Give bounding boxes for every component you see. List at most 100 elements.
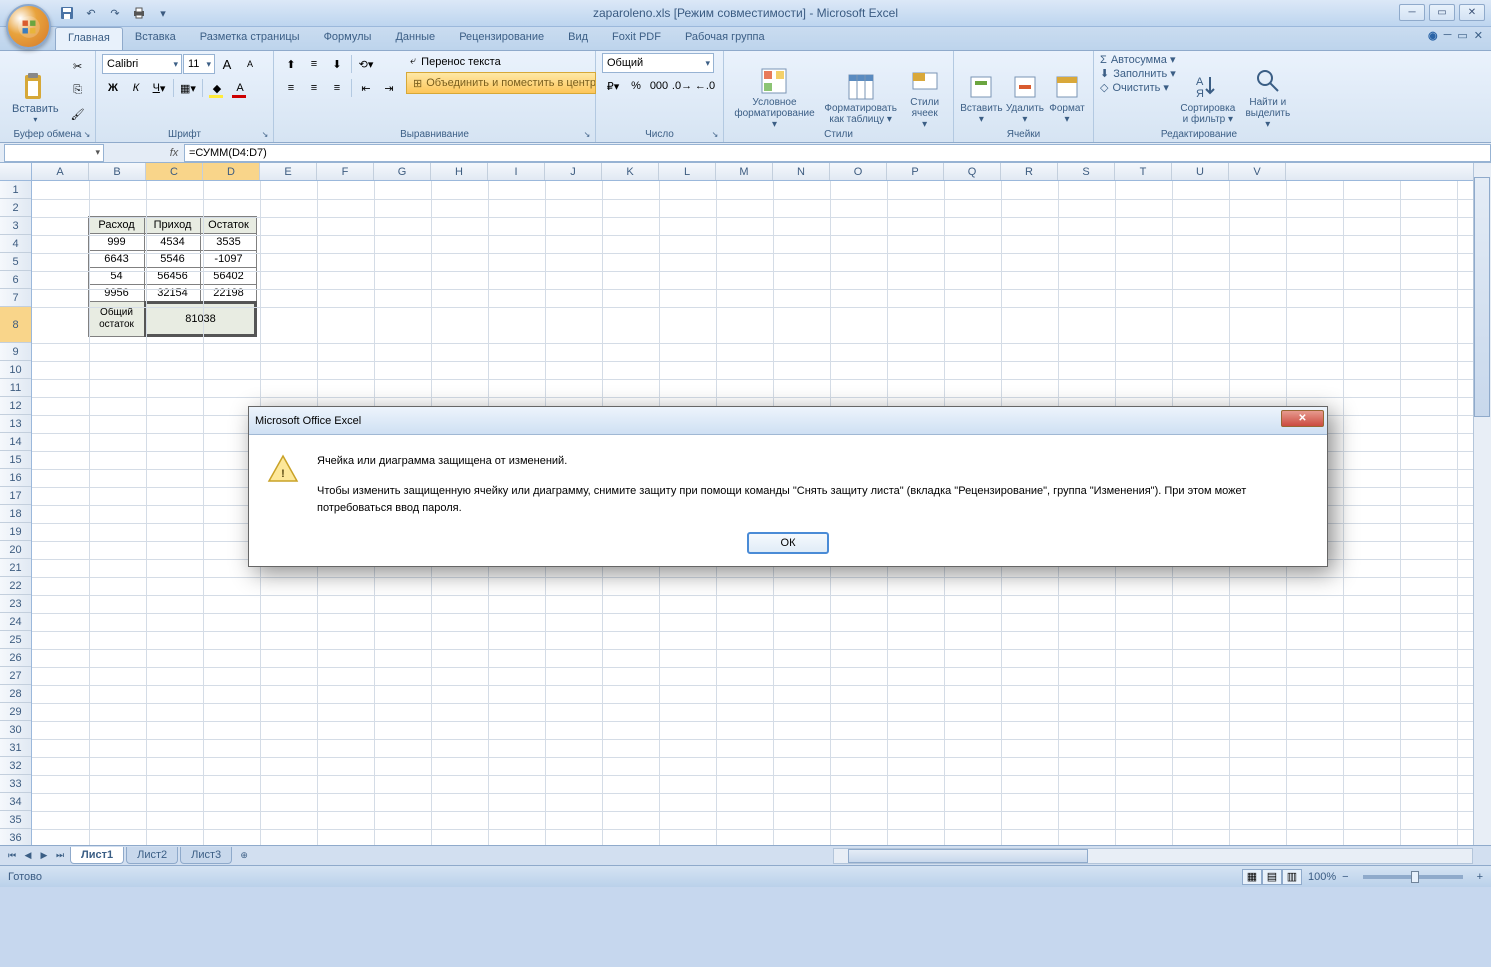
doc-restore-icon[interactable]: ▭	[1457, 29, 1467, 42]
col-header[interactable]: C	[146, 163, 203, 180]
minimize-button[interactable]: ─	[1399, 4, 1425, 21]
grow-font-icon[interactable]: A	[216, 53, 238, 75]
row-header[interactable]: 11	[0, 379, 31, 397]
tab-foxit[interactable]: Foxit PDF	[600, 27, 673, 50]
row-header[interactable]: 19	[0, 523, 31, 541]
row-header[interactable]: 33	[0, 775, 31, 793]
dialog-titlebar[interactable]: Microsoft Office Excel ✕	[249, 407, 1327, 435]
print-icon[interactable]	[130, 4, 148, 22]
page-break-view-icon[interactable]: ▥	[1282, 869, 1302, 885]
clipboard-launcher[interactable]: ↘	[81, 128, 93, 140]
tab-review[interactable]: Рецензирование	[447, 27, 556, 50]
row-header[interactable]: 23	[0, 595, 31, 613]
row-header[interactable]: 12	[0, 397, 31, 415]
tab-page-layout[interactable]: Разметка страницы	[188, 27, 312, 50]
fill-button[interactable]: ⬇Заполнить ▾	[1100, 67, 1176, 80]
underline-icon[interactable]: Ч▾	[148, 77, 170, 99]
copy-icon[interactable]: ⎘	[67, 79, 89, 101]
font-size-combo[interactable]: 11	[183, 54, 215, 74]
page-layout-view-icon[interactable]: ▤	[1262, 869, 1282, 885]
align-left-icon[interactable]: ≡	[280, 77, 302, 99]
vertical-scrollbar[interactable]	[1473, 163, 1491, 863]
align-top-icon[interactable]: ⬆	[280, 53, 302, 75]
percent-icon[interactable]: %	[625, 75, 647, 97]
row-header[interactable]: 10	[0, 361, 31, 379]
col-header[interactable]: B	[89, 163, 146, 180]
row-header[interactable]: 5	[0, 253, 31, 271]
ribbon-minimize-icon[interactable]: ─	[1444, 29, 1452, 42]
row-header[interactable]: 8	[0, 307, 31, 343]
row-header[interactable]: 2	[0, 199, 31, 217]
number-launcher[interactable]: ↘	[709, 128, 721, 140]
normal-view-icon[interactable]: ▦	[1242, 869, 1262, 885]
row-header[interactable]: 21	[0, 559, 31, 577]
table-cell[interactable]: 9956	[88, 284, 145, 302]
help-icon[interactable]: ◉	[1428, 29, 1438, 42]
col-header[interactable]: P	[887, 163, 944, 180]
tab-view[interactable]: Вид	[556, 27, 600, 50]
col-header[interactable]: N	[773, 163, 830, 180]
row-header[interactable]: 35	[0, 811, 31, 829]
col-header[interactable]: S	[1058, 163, 1115, 180]
zoom-out-icon[interactable]: −	[1342, 871, 1348, 883]
row-header[interactable]: 20	[0, 541, 31, 559]
name-box[interactable]	[4, 144, 104, 162]
tab-data[interactable]: Данные	[383, 27, 447, 50]
col-header[interactable]: T	[1115, 163, 1172, 180]
scrollbar-thumb[interactable]	[1474, 177, 1490, 417]
align-bottom-icon[interactable]: ⬇	[326, 53, 348, 75]
table-cell[interactable]: 56456	[144, 267, 201, 285]
sheet-tab[interactable]: Лист3	[180, 847, 232, 864]
thousands-icon[interactable]: 000	[648, 75, 670, 97]
table-header[interactable]: Остаток	[200, 216, 257, 234]
redo-icon[interactable]: ↷	[106, 4, 124, 22]
italic-icon[interactable]: К	[125, 77, 147, 99]
row-header[interactable]: 26	[0, 649, 31, 667]
formula-input[interactable]: =СУММ(D4:D7)	[184, 144, 1491, 162]
row-header[interactable]: 25	[0, 631, 31, 649]
dialog-ok-button[interactable]: ОК	[747, 532, 829, 554]
increase-decimal-icon[interactable]: .0→	[671, 75, 693, 97]
first-sheet-icon[interactable]: ⏮	[4, 848, 20, 864]
sheet-tab[interactable]: Лист2	[126, 847, 178, 864]
close-button[interactable]: ✕	[1459, 4, 1485, 21]
col-header[interactable]: L	[659, 163, 716, 180]
row-header[interactable]: 32	[0, 757, 31, 775]
col-header[interactable]: U	[1172, 163, 1229, 180]
dialog-close-button[interactable]: ✕	[1281, 410, 1324, 427]
row-header[interactable]: 24	[0, 613, 31, 631]
prev-sheet-icon[interactable]: ◀	[20, 848, 36, 864]
col-header[interactable]: K	[602, 163, 659, 180]
col-header[interactable]: M	[716, 163, 773, 180]
col-header[interactable]: O	[830, 163, 887, 180]
cut-icon[interactable]: ✂	[67, 55, 89, 77]
tab-home[interactable]: Главная	[55, 27, 123, 50]
row-header[interactable]: 36	[0, 829, 31, 845]
increase-indent-icon[interactable]: ⇥	[378, 77, 400, 99]
row-header[interactable]: 9	[0, 343, 31, 361]
col-header[interactable]: G	[374, 163, 431, 180]
col-header[interactable]: J	[545, 163, 602, 180]
tab-formulas[interactable]: Формулы	[312, 27, 384, 50]
row-header[interactable]: 15	[0, 451, 31, 469]
font-name-combo[interactable]: Calibri	[102, 54, 182, 74]
scrollbar-thumb[interactable]	[848, 849, 1088, 863]
row-header[interactable]: 17	[0, 487, 31, 505]
wrap-text-button[interactable]: ⤶Перенос текста	[406, 53, 596, 70]
maximize-button[interactable]: ▭	[1429, 4, 1455, 21]
tab-insert[interactable]: Вставка	[123, 27, 188, 50]
col-header[interactable]: D	[203, 163, 260, 180]
zoom-slider[interactable]	[1363, 875, 1463, 879]
row-header[interactable]: 31	[0, 739, 31, 757]
font-color-icon[interactable]: A	[229, 77, 251, 99]
row-header[interactable]: 34	[0, 793, 31, 811]
shrink-font-icon[interactable]: A	[239, 53, 261, 75]
zoom-level[interactable]: 100%	[1308, 871, 1336, 883]
format-painter-icon[interactable]: 🖌	[67, 103, 89, 125]
align-middle-icon[interactable]: ≡	[303, 53, 325, 75]
undo-icon[interactable]: ↶	[82, 4, 100, 22]
currency-icon[interactable]: ₽▾	[602, 75, 624, 97]
new-sheet-icon[interactable]: ⊕	[236, 848, 252, 864]
merge-center-button[interactable]: ⊞Объединить и поместить в центре	[406, 72, 596, 94]
row-header[interactable]: 7	[0, 289, 31, 307]
